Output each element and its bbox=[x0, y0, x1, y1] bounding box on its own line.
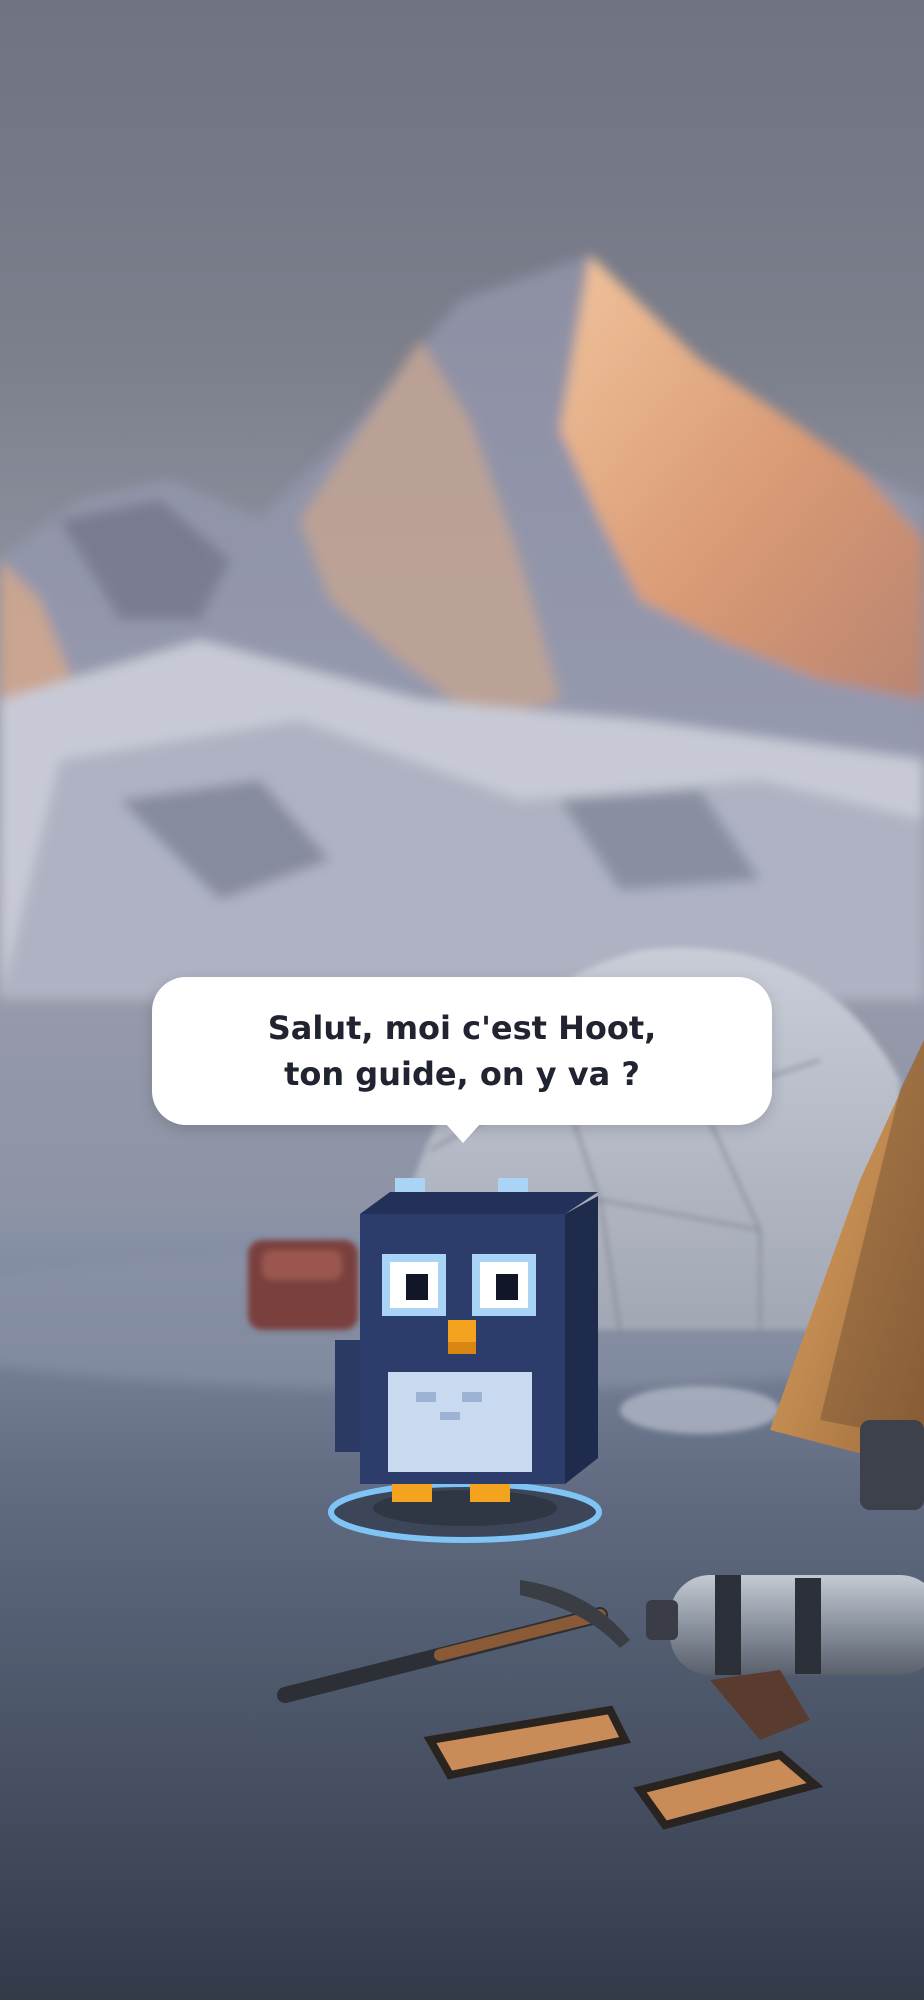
speech-bubble[interactable]: Salut, moi c'est Hoot, ton guide, on y v… bbox=[152, 977, 772, 1143]
dialog-line-1: Salut, moi c'est Hoot, bbox=[267, 1009, 657, 1047]
gas-cylinder bbox=[646, 1575, 924, 1675]
dialog-line-2: ton guide, on y va ? bbox=[284, 1055, 640, 1093]
pixel-owl-guide-icon[interactable] bbox=[320, 1170, 610, 1550]
mountain bbox=[0, 255, 924, 1000]
game-scene: Salut, moi c'est Hoot, ton guide, on y v… bbox=[0, 0, 924, 2000]
